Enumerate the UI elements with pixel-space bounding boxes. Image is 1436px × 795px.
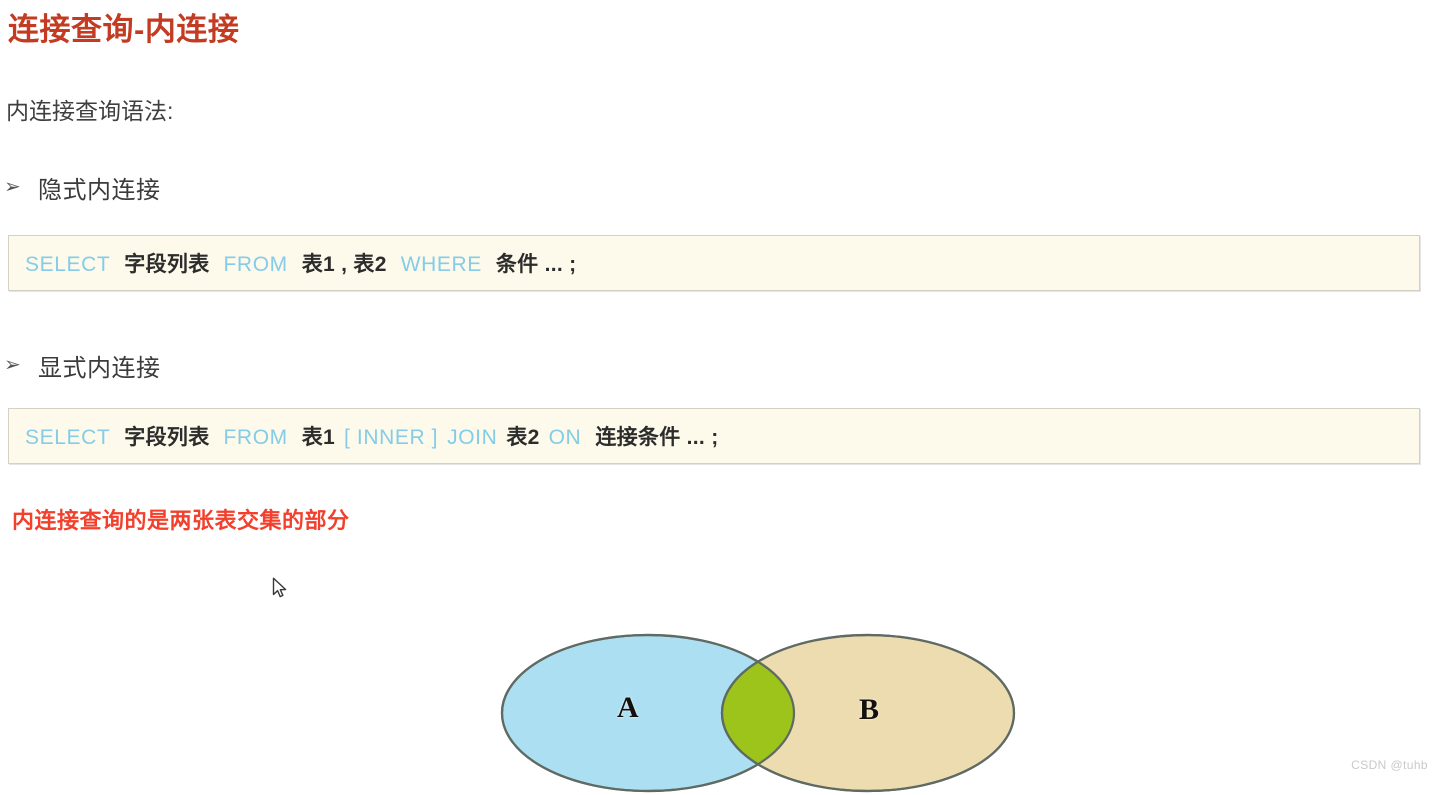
red-note-text: 内连接查询的是两张表交集的部分 bbox=[12, 508, 350, 533]
section-label-implicit-join: 隐式内连接 bbox=[38, 177, 161, 204]
code-block-explicit-join: SELECT 字段列表 FROM 表1 [ INNER ] JOIN 表2 ON 连接条件 ..… bbox=[8, 408, 1420, 464]
arrow-bullet-icon: ➢ bbox=[4, 175, 21, 198]
section-heading-implicit-join: ➢ 隐式内连接 bbox=[4, 170, 161, 205]
venn-label-a: A bbox=[617, 691, 639, 724]
sql-table-two: 表2 bbox=[506, 426, 540, 449]
sql-field-list: 字段列表 bbox=[124, 426, 210, 449]
code-line-explicit-join: SELECT 字段列表 FROM 表1 [ INNER ] JOIN 表2 ON 连接条件 ..… bbox=[9, 421, 719, 451]
venn-label-b: B bbox=[859, 693, 880, 726]
code-line-implicit-join: SELECT 字段列表 FROM 表1 , 表2 WHERE 条件 ... ; bbox=[9, 248, 576, 278]
sql-keyword-on: ON bbox=[548, 426, 582, 449]
sql-keyword-from: FROM bbox=[223, 253, 288, 276]
sql-keyword-where: WHERE bbox=[400, 253, 482, 276]
code-block-implicit-join: SELECT 字段列表 FROM 表1 , 表2 WHERE 条件 ... ; bbox=[8, 235, 1420, 291]
venn-diagram: A B bbox=[500, 625, 1020, 795]
sql-keyword-from: FROM bbox=[223, 426, 288, 449]
sql-join-condition: 连接条件 ... ; bbox=[595, 426, 719, 449]
watermark: CSDN @tuhb bbox=[1351, 758, 1428, 772]
arrow-bullet-icon: ➢ bbox=[4, 353, 21, 376]
section-label-explicit-join: 显式内连接 bbox=[38, 355, 161, 382]
sql-keyword-select: SELECT bbox=[25, 253, 111, 276]
mouse-cursor-icon bbox=[272, 577, 290, 601]
sql-keyword-join: JOIN bbox=[447, 426, 498, 449]
page-title: 连接查询-内连接 bbox=[8, 12, 240, 47]
sql-keyword-select: SELECT bbox=[25, 426, 111, 449]
sql-table-one: 表1 bbox=[301, 426, 336, 449]
sql-table-list: 表1 , 表2 bbox=[301, 253, 387, 276]
sql-field-list: 字段列表 bbox=[124, 253, 210, 276]
sql-keyword-inner-optional: [ INNER ] bbox=[344, 426, 439, 449]
intro-text: 内连接查询语法: bbox=[6, 98, 174, 124]
section-heading-explicit-join: ➢ 显式内连接 bbox=[4, 348, 161, 383]
sql-condition: 条件 ... ; bbox=[495, 253, 577, 276]
